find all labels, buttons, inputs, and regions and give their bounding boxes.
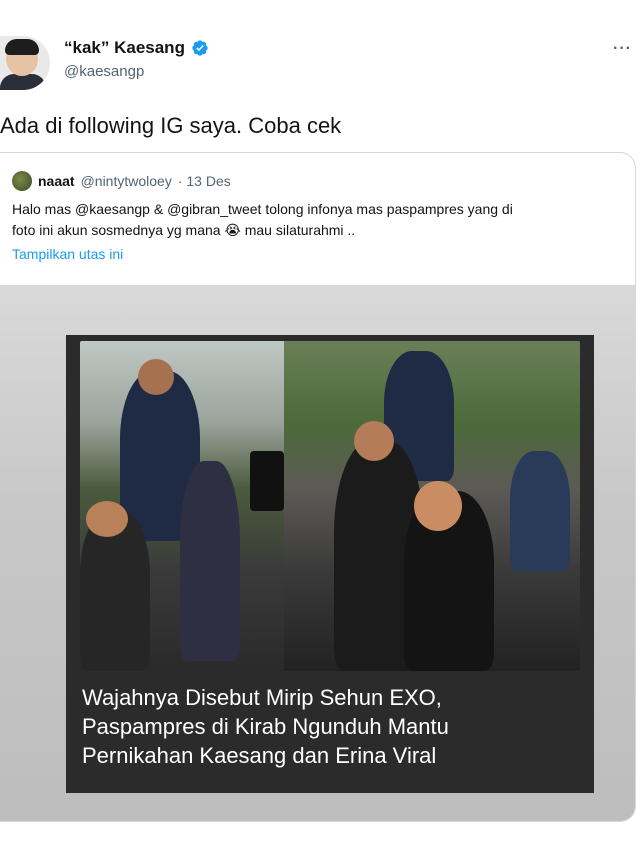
quoted-tweet-date: · 13 Des (177, 173, 231, 189)
more-icon[interactable]: ··· (613, 40, 632, 58)
quoted-tweet-card[interactable]: naaat @nintytwoloey · 13 Des Halo mas @k… (0, 152, 636, 822)
news-photo (80, 341, 580, 671)
headline-line: Paspampres di Kirab Ngunduh Mantu (82, 714, 449, 739)
headline-line: Pernikahan Kaesang dan Erina Viral (82, 743, 437, 768)
author-avatar[interactable] (0, 36, 50, 90)
quoted-author-handle: @nintytwoloey (80, 173, 172, 189)
quoted-tweet-media[interactable]: Wajahnya Disebut Mirip Sehun EXO, Paspam… (0, 285, 635, 821)
quoted-author-avatar[interactable] (12, 171, 32, 191)
news-headline: Wajahnya Disebut Mirip Sehun EXO, Paspam… (82, 683, 582, 770)
news-image-card: Wajahnya Disebut Mirip Sehun EXO, Paspam… (66, 335, 594, 793)
quoted-tweet-header: naaat @nintytwoloey · 13 Des (12, 171, 231, 191)
headline-line: Wajahnya Disebut Mirip Sehun EXO, (82, 685, 442, 710)
quoted-body-line-2: foto ini akun sosmednya yg mana 😭 mau si… (12, 220, 624, 241)
photo-right-panel (284, 341, 580, 671)
photo-left-panel (80, 341, 284, 671)
author-name-row: “kak” Kaesang (64, 38, 209, 58)
quoted-body-text: foto ini akun sosmednya yg mana (12, 222, 221, 238)
quoted-body-text-end: mau silaturahmi .. (244, 222, 356, 238)
tweet-text: Ada di following IG saya. Coba cek (0, 113, 342, 138)
quoted-author-name: naaat (38, 173, 75, 189)
quoted-body-line: Halo mas @kaesangp & @gibran_tweet tolon… (12, 201, 513, 217)
author-display-name[interactable]: “kak” Kaesang (64, 38, 185, 58)
quoted-tweet-body: Halo mas @kaesangp & @gibran_tweet tolon… (12, 199, 624, 241)
crying-face-icon: 😭 (224, 222, 241, 238)
show-thread-link[interactable]: Tampilkan utas ini (12, 246, 123, 262)
author-handle[interactable]: @kaesangp (64, 63, 144, 80)
tweet-header: “kak” Kaesang @kaesangp ··· (0, 32, 640, 92)
verified-badge-icon (192, 40, 208, 56)
